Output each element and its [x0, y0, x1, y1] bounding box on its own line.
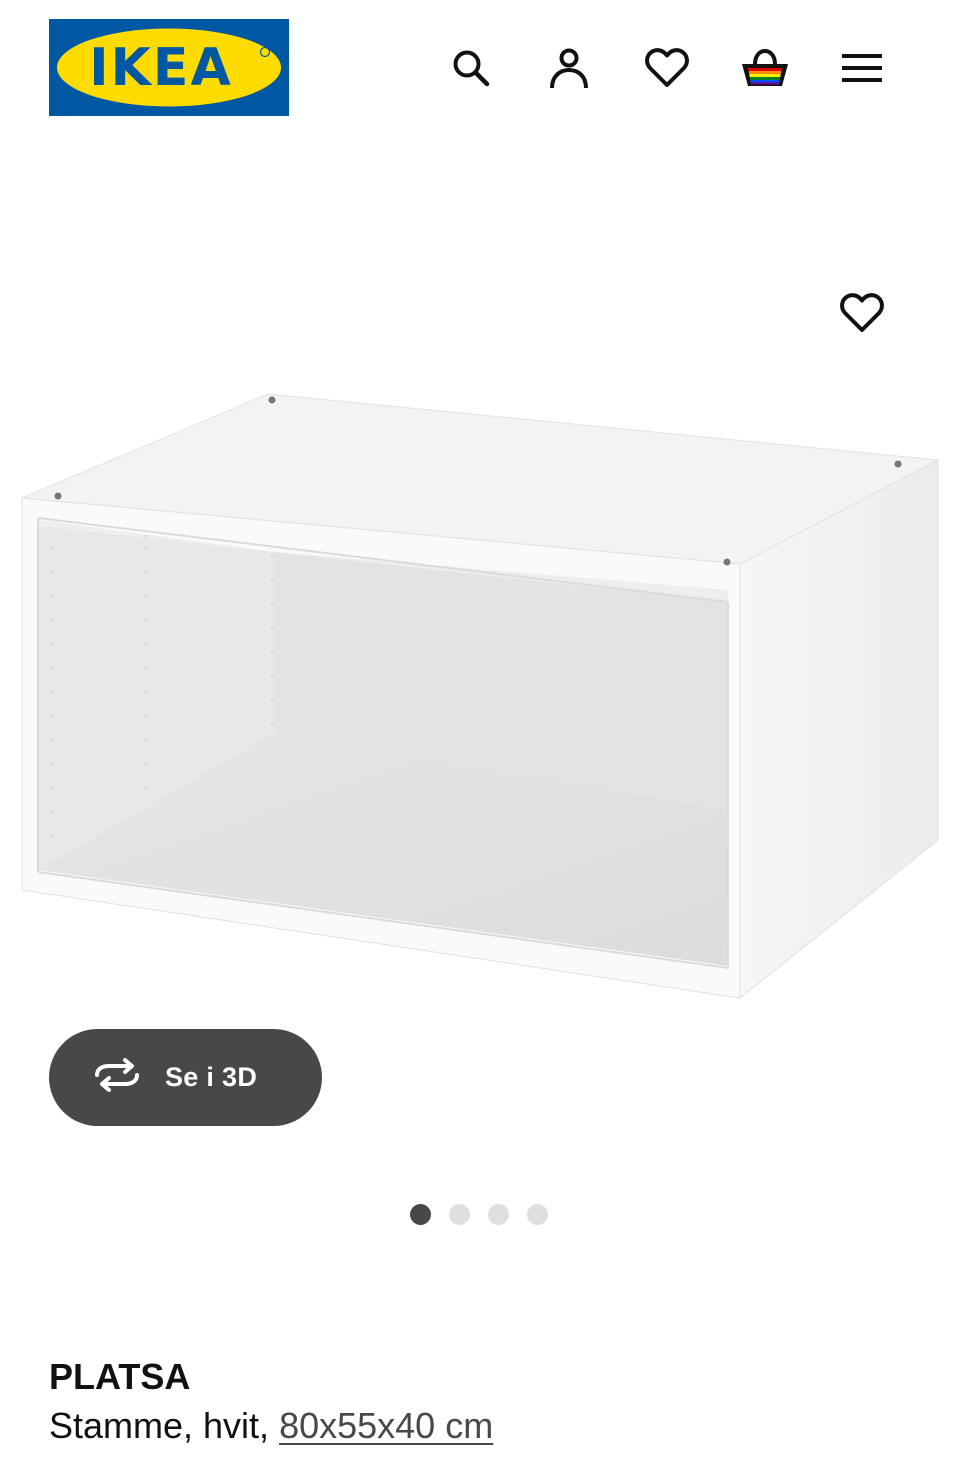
product-name: PLATSA — [49, 1356, 191, 1397]
shopping-basket-icon[interactable] — [737, 40, 793, 96]
carousel-dot-2[interactable] — [449, 1204, 470, 1225]
carousel-dot-1[interactable] — [410, 1204, 431, 1225]
carousel-dot-4[interactable] — [527, 1204, 548, 1225]
product-description: Stamme, hvit, 80x55x40 cm — [49, 1405, 493, 1447]
view-in-3d-label: Se i 3D — [165, 1062, 258, 1092]
product-gallery: Se i 3D — [0, 150, 960, 1250]
product-image[interactable] — [0, 380, 960, 1020]
view-in-3d-button[interactable]: Se i 3D — [49, 1029, 322, 1126]
product-size-link[interactable]: 80x55x40 cm — [279, 1405, 493, 1446]
carousel-pagination — [410, 1204, 548, 1226]
carousel-dot-3[interactable] — [488, 1204, 509, 1225]
ikea-logo[interactable]: IKEA — [49, 19, 289, 116]
profile-icon[interactable] — [541, 40, 597, 96]
site-header: IKEA — [0, 0, 960, 135]
heart-icon[interactable] — [639, 40, 695, 96]
product-type-color: Stamme, hvit, — [49, 1405, 270, 1446]
add-to-favourites-heart-icon[interactable] — [834, 285, 890, 341]
logo-text: IKEA — [89, 38, 232, 98]
rotate-3d-icon — [91, 1058, 143, 1097]
search-icon[interactable] — [443, 40, 499, 96]
hamburger-menu-icon[interactable] — [834, 40, 890, 96]
